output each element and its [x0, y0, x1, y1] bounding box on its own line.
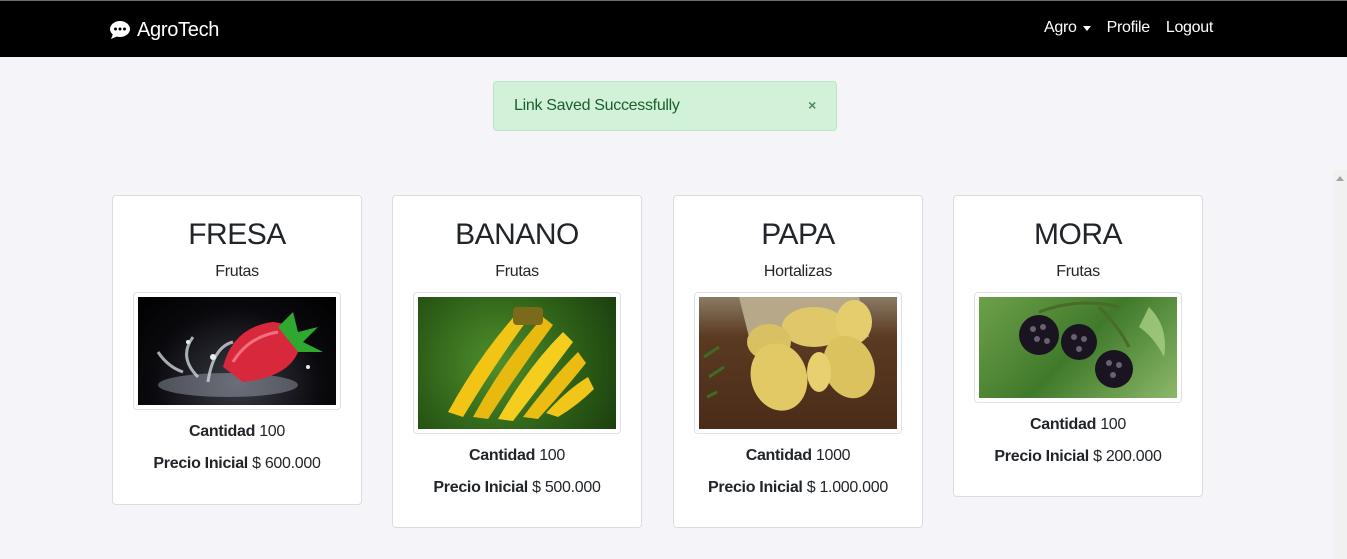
potato-image	[699, 297, 897, 429]
price-value: $ 200.000	[1093, 448, 1162, 465]
product-category: Frutas	[215, 263, 259, 280]
banana-image	[418, 297, 616, 429]
quantity-row: Cantidad 100	[393, 446, 641, 466]
quantity-label: Cantidad	[1030, 416, 1097, 433]
blackberry-image	[979, 297, 1177, 398]
agro-dropdown-label: Agro	[1043, 19, 1077, 36]
product-category: Frutas	[495, 263, 539, 280]
agro-dropdown[interactable]: Agro	[1044, 19, 1091, 37]
quantity-label: Cantidad	[745, 447, 812, 464]
product-thumbnail	[694, 292, 902, 434]
nav-menu: Agro Profile Logout	[1044, 19, 1213, 37]
quantity-value: 100	[259, 423, 285, 440]
logout-link[interactable]: Logout	[1166, 19, 1213, 37]
product-thumbnail	[413, 292, 621, 434]
price-row: Precio Inicial $ 1.000.000	[674, 478, 922, 498]
product-card: MORA Frutas Cantidad 100 Precio Inicial …	[953, 195, 1203, 497]
scroll-up-icon[interactable]	[1336, 176, 1344, 181]
quantity-row: Cantidad 100	[113, 422, 361, 442]
quantity-row: Cantidad 100	[954, 415, 1202, 435]
product-thumbnail	[974, 292, 1182, 403]
price-label: Precio Inicial	[433, 479, 528, 496]
price-row: Precio Inicial $ 500.000	[393, 478, 641, 498]
quantity-label: Cantidad	[469, 447, 536, 464]
quantity-value: 100	[1100, 416, 1126, 433]
product-card: PAPA Hortalizas Cantidad 1000 Precio Ini…	[673, 195, 923, 528]
close-icon[interactable]: ×	[808, 97, 816, 113]
product-name: FRESA	[188, 218, 286, 251]
alert-message: Link Saved Successfully	[514, 97, 680, 114]
quantity-value: 1000	[815, 447, 851, 464]
price-row: Precio Inicial $ 600.000	[113, 454, 361, 474]
product-name: BANANO	[455, 218, 579, 251]
price-value: $ 600.000	[252, 455, 321, 472]
chat-bubble-icon	[110, 21, 130, 39]
product-card: FRESA Frutas Cantidad 100 Precio Inicial…	[112, 195, 362, 505]
product-thumbnail	[133, 292, 341, 410]
price-label: Precio Inicial	[708, 479, 803, 496]
product-category: Frutas	[1056, 263, 1100, 280]
brand-link[interactable]: AgroTech	[109, 18, 219, 42]
product-card: BANANO Frutas Cantidad 100 Precio Inicia…	[392, 195, 642, 528]
profile-link[interactable]: Profile	[1107, 19, 1151, 37]
quantity-value: 100	[539, 447, 565, 464]
navbar: AgroTech Agro Profile Logout	[0, 0, 1347, 57]
product-name: MORA	[1034, 218, 1123, 251]
strawberry-image	[138, 297, 336, 405]
price-label: Precio Inicial	[994, 448, 1089, 465]
caret-down-icon	[1082, 25, 1091, 31]
success-alert: Link Saved Successfully ×	[493, 81, 837, 131]
price-label: Precio Inicial	[153, 455, 248, 472]
product-name: PAPA	[761, 218, 835, 251]
price-row: Precio Inicial $ 200.000	[954, 447, 1202, 467]
quantity-row: Cantidad 1000	[674, 446, 922, 466]
product-category: Hortalizas	[763, 263, 833, 280]
brand-label: AgroTech	[137, 18, 220, 41]
scrollbar[interactable]	[1333, 170, 1347, 559]
price-value: $ 1.000.000	[806, 479, 889, 496]
price-value: $ 500.000	[532, 479, 601, 496]
quantity-label: Cantidad	[189, 423, 256, 440]
